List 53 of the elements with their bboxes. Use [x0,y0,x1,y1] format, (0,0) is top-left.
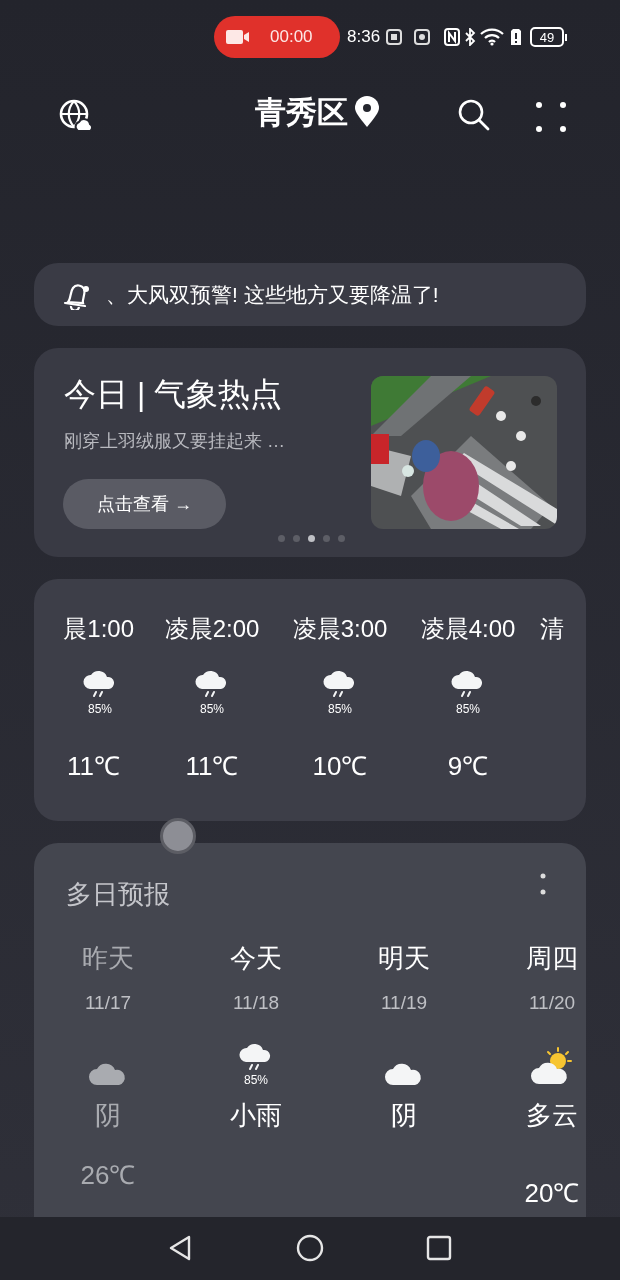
clock: 8:36 [347,26,381,49]
battery-level: 49 [539,30,555,44]
location-pin-icon [354,96,380,128]
hotspot-subtitle: 刚穿上羽绒服又要挂起来 … [64,430,285,453]
alert-banner[interactable]: 、大风双预警! 这些地方又要降温了! [34,263,586,326]
hour-label: 凌晨2:00 [164,617,260,643]
day-date: 11/17 [84,993,132,1012]
recording-pill[interactable]: 00:00 [214,16,340,58]
alert-text: 、大风双预警! 这些地方又要降温了! [106,281,439,308]
precipitation-chance: 85% [328,703,352,715]
day-label: 明天 [378,945,430,971]
search-icon [457,98,491,132]
recording-time: 00:00 [270,26,313,49]
precipitation-chance: 85% [456,703,480,715]
weather-condition: 多云 [526,1102,578,1128]
hour-temperature: 9℃ [447,753,489,779]
hour-label: 凌晨3:00 [292,617,388,643]
recents-icon [426,1235,452,1261]
weather-condition: 阴 [95,1102,121,1128]
menu-icon [536,102,566,132]
day-label: 今天 [230,945,282,971]
high-temperature: 20℃ [524,1180,580,1206]
hour-temperature: 11℃ [67,753,120,779]
location-title[interactable]: 青秀区 [255,96,348,128]
more-options-icon [540,873,546,895]
hour-label: 晨1:00 [63,617,134,643]
high-temperature: 26℃ [80,1162,136,1188]
app-notification-icons [386,28,433,46]
hour-label: 凌晨4:00 [420,617,516,643]
weather-condition: 小雨 [230,1102,282,1128]
day-date: 11/19 [380,993,428,1012]
forecast-title: 多日预报 [66,878,170,911]
wifi-icon [480,28,505,46]
day-date: 11/20 [528,993,576,1012]
back-icon [168,1235,192,1261]
precipitation-chance: 85% [200,703,224,715]
nfc-icon [444,28,461,46]
day-date: 11/18 [232,993,280,1012]
partly-cloudy-icon [530,1046,574,1086]
precipitation-chance: 85% [244,1074,268,1086]
home-icon [296,1234,324,1262]
day-label: 昨天 [82,945,134,971]
video-camera-icon [226,29,250,45]
sim-alert-icon [510,28,523,46]
hour-label: 清 [540,617,564,643]
day-label: 周四 [526,945,578,971]
hour-temperature: 11℃ [185,753,239,779]
weather-condition: 阴 [391,1102,417,1128]
view-button[interactable]: 点击查看 → [63,479,226,529]
precipitation-chance: 85% [87,703,112,715]
hour-temperature: 10℃ [312,753,368,779]
hotspot-title: 今日 | 气象热点 [64,378,283,410]
bluetooth-icon [464,28,477,46]
